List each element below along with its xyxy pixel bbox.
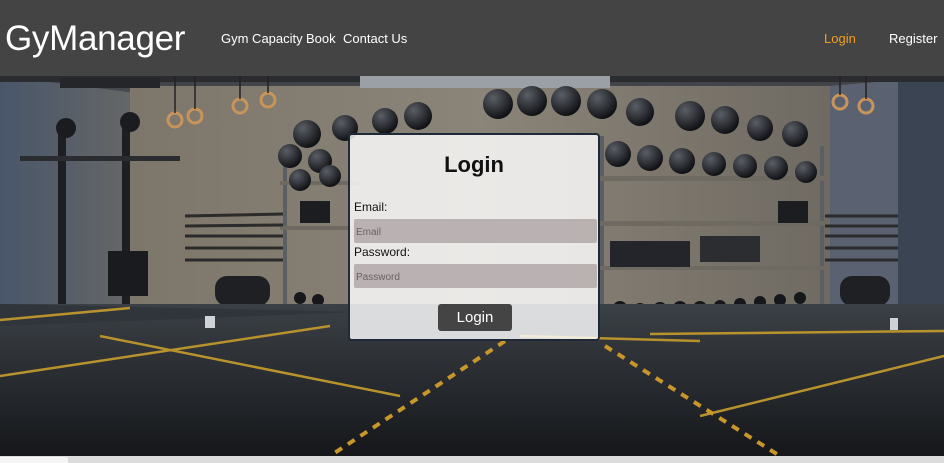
password-field[interactable] bbox=[354, 264, 597, 288]
email-field[interactable] bbox=[354, 219, 597, 243]
login-card: Login Email: Password: Login bbox=[348, 133, 600, 341]
nav-link-contact-us[interactable]: Contact Us bbox=[343, 31, 407, 47]
brand-logo-text[interactable]: GyManager bbox=[5, 19, 185, 59]
bottom-status-tab bbox=[0, 457, 68, 463]
password-label: Password: bbox=[354, 245, 411, 259]
nav-link-login[interactable]: Login bbox=[824, 31, 856, 47]
login-title: Login bbox=[444, 152, 504, 177]
nav-link-register[interactable]: Register bbox=[889, 31, 937, 47]
nav-link-book[interactable]: Book bbox=[306, 31, 336, 47]
nav-link-gym-capacity[interactable]: Gym Capacity bbox=[221, 31, 303, 47]
bottom-status-bar bbox=[0, 456, 944, 463]
email-label: Email: bbox=[354, 200, 388, 214]
login-submit-button[interactable]: Login bbox=[438, 304, 512, 331]
top-navbar: GyManager Gym Capacity Book Contact Us L… bbox=[0, 0, 944, 76]
